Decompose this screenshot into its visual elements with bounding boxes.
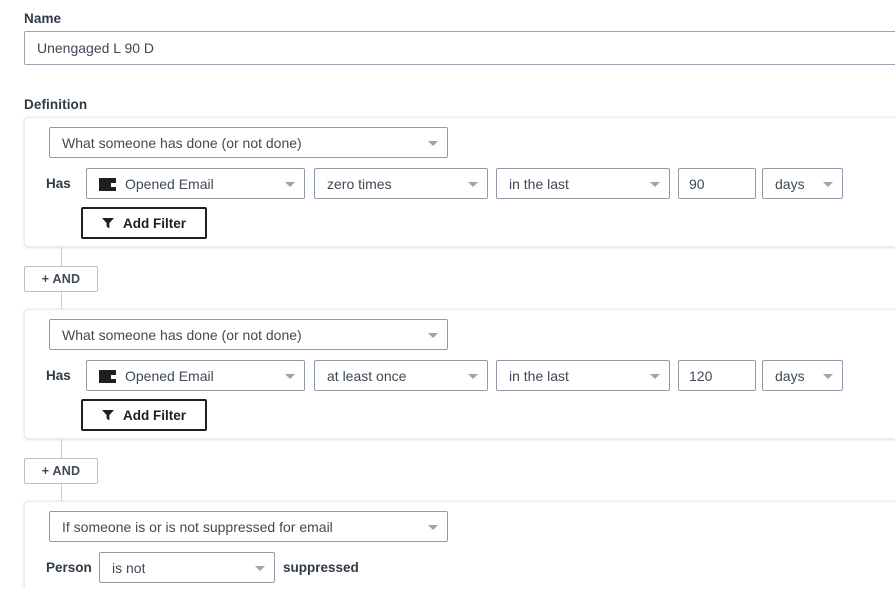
block-2-count-select[interactable]: at least once [314, 360, 488, 391]
add-and-condition-button-2[interactable]: + AND [24, 458, 98, 484]
block-2-timeframe-select[interactable]: in the last [496, 360, 670, 391]
block-1-add-filter-label: Add Filter [123, 215, 186, 231]
definition-label: Definition [24, 97, 88, 112]
block-1-unit-select[interactable]: days [762, 168, 843, 199]
chevron-down-icon [285, 373, 295, 379]
block-1-add-filter-button[interactable]: Add Filter [81, 207, 207, 239]
block-2-unit-select[interactable]: days [762, 360, 843, 391]
block-2-type-select[interactable]: What someone has done (or not done) [49, 319, 448, 350]
block-2-add-filter-label: Add Filter [123, 407, 186, 423]
block-1-timeframe-value: in the last [509, 175, 569, 192]
block-1-count-value: zero times [327, 175, 392, 192]
block-2-row-label: Has [46, 368, 71, 383]
block-2-unit-value: days [775, 367, 805, 384]
chevron-down-icon [468, 181, 478, 187]
chevron-down-icon [468, 373, 478, 379]
block-2-metric-value: Opened Email [125, 367, 214, 384]
connector-line-top-1 [61, 247, 62, 267]
chevron-down-icon [428, 140, 438, 146]
add-and-condition-button-1[interactable]: + AND [24, 266, 98, 292]
block-3-row-label: Person [46, 560, 92, 575]
chevron-down-icon [255, 565, 265, 571]
block-1-count-select[interactable]: zero times [314, 168, 488, 199]
block-1-metric-value: Opened Email [125, 175, 214, 192]
opened-email-icon [99, 177, 116, 191]
connector-line-top-2 [61, 439, 62, 459]
chevron-down-icon [823, 181, 833, 187]
segment-definition-builder: Name Definition What someone has done (o… [0, 0, 895, 589]
block-1-row-label: Has [46, 176, 71, 191]
block-1-type-select[interactable]: What someone has done (or not done) [49, 127, 448, 158]
block-1-amount-input[interactable] [678, 168, 756, 199]
filter-funnel-icon [102, 218, 114, 229]
block-1-type-select-value: What someone has done (or not done) [62, 134, 302, 151]
block-3-type-select[interactable]: If someone is or is not suppressed for e… [49, 511, 448, 542]
block-1-unit-value: days [775, 175, 805, 192]
chevron-down-icon [428, 332, 438, 338]
block-2-amount-input[interactable] [678, 360, 756, 391]
block-3-type-select-value: If someone is or is not suppressed for e… [62, 518, 333, 535]
block-3-operator-value: is not [112, 559, 146, 576]
chevron-down-icon [650, 181, 660, 187]
block-3-suffix-label: suppressed [283, 560, 359, 575]
chevron-down-icon [650, 373, 660, 379]
filter-funnel-icon [102, 410, 114, 421]
block-2-metric-select[interactable]: Opened Email [86, 360, 305, 391]
block-2-type-select-value: What someone has done (or not done) [62, 326, 302, 343]
connector-line-bottom-1 [61, 291, 62, 309]
chevron-down-icon [823, 373, 833, 379]
opened-email-icon [99, 369, 116, 383]
chevron-down-icon [285, 181, 295, 187]
block-3-operator-select[interactable]: is not [99, 552, 275, 583]
name-label: Name [24, 11, 62, 26]
block-2-add-filter-button[interactable]: Add Filter [81, 399, 207, 431]
segment-name-input[interactable] [24, 31, 895, 65]
chevron-down-icon [428, 524, 438, 530]
block-1-timeframe-select[interactable]: in the last [496, 168, 670, 199]
block-2-count-value: at least once [327, 367, 407, 384]
block-2-timeframe-value: in the last [509, 367, 569, 384]
connector-line-bottom-2 [61, 483, 62, 501]
block-1-metric-select[interactable]: Opened Email [86, 168, 305, 199]
